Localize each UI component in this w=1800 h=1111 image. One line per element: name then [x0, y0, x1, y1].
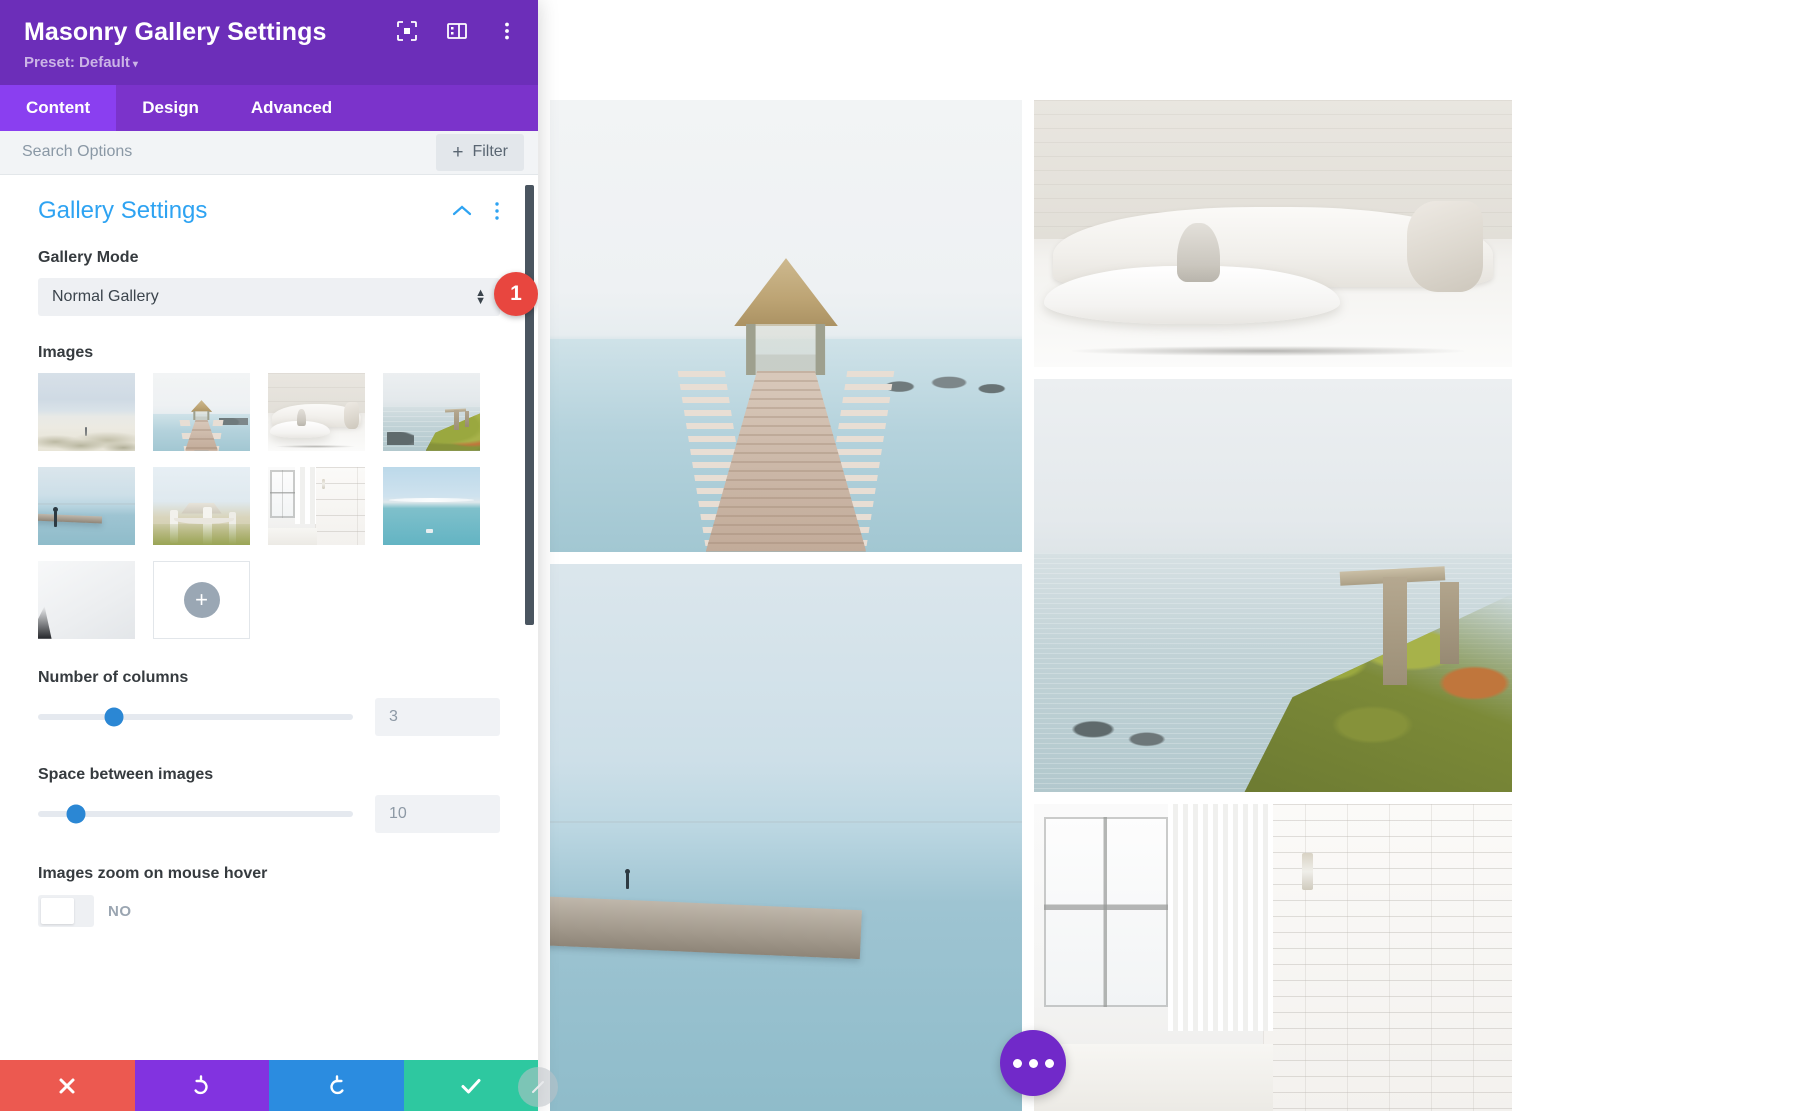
- image-thumb-white-interior[interactable]: [268, 372, 365, 451]
- page-settings-fab[interactable]: [1000, 1030, 1066, 1096]
- image-thumb-sea-jetty[interactable]: [38, 466, 135, 545]
- fab-dot-2: [1028, 1058, 1038, 1068]
- slider-knob[interactable]: [104, 707, 124, 727]
- focus-icon[interactable]: [396, 20, 418, 42]
- panel-tabs: Content Design Advanced: [0, 84, 538, 131]
- panel-body: Gallery Settings Gallery Mode Normal Gal…: [0, 174, 538, 1060]
- gallery-column-3: [1034, 0, 1512, 1111]
- layout-icon[interactable]: [446, 20, 468, 42]
- search-input[interactable]: [22, 143, 437, 162]
- fab-dot-1: [1012, 1058, 1022, 1068]
- gallery-mode-label: Gallery Mode: [38, 248, 139, 266]
- image-thumb-white-wall[interactable]: [38, 560, 135, 639]
- sort-arrows-icon: ▲ ▼: [475, 286, 486, 307]
- gallery-image-sea-jetty[interactable]: [550, 563, 1022, 1111]
- preset-selector[interactable]: Preset: Default ▾: [24, 54, 514, 71]
- section-more-vertical-icon[interactable]: [494, 201, 500, 221]
- space-between-images-field: 10: [38, 794, 500, 833]
- chevron-down-icon: ▾: [132, 58, 138, 70]
- number-of-columns-label: Number of columns: [38, 668, 189, 686]
- gallery-image-white-loft[interactable]: [1034, 804, 1512, 1111]
- images-thumbnail-grid: +: [38, 372, 500, 639]
- number-of-columns-input[interactable]: 3: [375, 697, 500, 736]
- tab-content[interactable]: Content: [0, 84, 117, 131]
- cancel-button[interactable]: [0, 1060, 135, 1111]
- images-zoom-on-hover-label: Images zoom on mouse hover: [38, 864, 268, 882]
- filter-button[interactable]: + Filter: [436, 133, 524, 171]
- section-title: Gallery Settings: [38, 196, 208, 224]
- gallery-image-white-interior[interactable]: [1034, 100, 1512, 368]
- chevron-up-icon[interactable]: [452, 204, 472, 218]
- plus-icon: +: [183, 581, 220, 618]
- image-thumb-coastal-cliff[interactable]: [383, 372, 480, 451]
- search-bar: + Filter: [0, 130, 538, 175]
- panel-header: Masonry Gallery Settings Preset: Default…: [0, 0, 538, 85]
- check-icon: [461, 1078, 481, 1093]
- image-thumb-pier-gazebo[interactable]: [153, 372, 250, 451]
- module-settings-panel: Masonry Gallery Settings Preset: Default…: [0, 0, 558, 1111]
- resize-icon: [532, 1081, 544, 1093]
- panel-header-actions: [396, 20, 518, 42]
- more-vertical-icon[interactable]: [496, 20, 518, 42]
- gallery-settings-section-header: Gallery Settings: [38, 197, 500, 225]
- close-icon: [59, 1078, 75, 1093]
- tab-advanced[interactable]: Advanced: [225, 85, 358, 131]
- plus-icon: +: [452, 141, 464, 163]
- tab-design[interactable]: Design: [116, 85, 225, 131]
- redo-button[interactable]: [269, 1060, 404, 1111]
- scrollbar-thumb[interactable]: [525, 184, 534, 625]
- gallery-mode-field: Normal Gallery ▲ ▼ 1: [38, 271, 538, 316]
- space-between-images-label: Space between images: [38, 765, 214, 783]
- gallery-column-2: [550, 0, 1022, 1111]
- step-badge-1: 1: [494, 271, 538, 316]
- resize-handle[interactable]: [518, 1067, 558, 1107]
- panel-footer: [0, 1060, 558, 1111]
- images-zoom-toggle-state: NO: [108, 902, 132, 920]
- image-thumb-rope-fence[interactable]: [153, 466, 250, 545]
- preset-label: Preset: Default: [24, 53, 130, 71]
- images-label: Images: [38, 343, 94, 361]
- number-of-columns-field: 3: [38, 697, 500, 736]
- images-zoom-on-hover-field: NO: [38, 895, 500, 928]
- space-between-images-slider[interactable]: [38, 804, 353, 824]
- gallery-image-coastal-cliff[interactable]: [1034, 379, 1512, 793]
- gallery-mode-select[interactable]: Normal Gallery ▲ ▼: [38, 277, 500, 316]
- image-thumb-white-loft[interactable]: [268, 466, 365, 545]
- add-image-button[interactable]: +: [153, 560, 250, 639]
- fab-dot-3: [1044, 1058, 1054, 1068]
- filter-button-label: Filter: [472, 143, 508, 161]
- number-of-columns-slider[interactable]: [38, 707, 353, 727]
- redo-icon: [330, 1074, 344, 1094]
- gallery-mode-value: Normal Gallery: [52, 287, 159, 305]
- slider-knob[interactable]: [66, 804, 86, 824]
- image-thumb-dune[interactable]: [38, 372, 135, 451]
- undo-button[interactable]: [134, 1060, 269, 1111]
- images-zoom-toggle[interactable]: [38, 895, 94, 928]
- gallery-image-pier-gazebo[interactable]: [550, 100, 1022, 552]
- undo-icon: [194, 1074, 208, 1094]
- image-thumb-blue-sea-boat[interactable]: [383, 466, 480, 545]
- space-between-images-input[interactable]: 10: [375, 794, 500, 833]
